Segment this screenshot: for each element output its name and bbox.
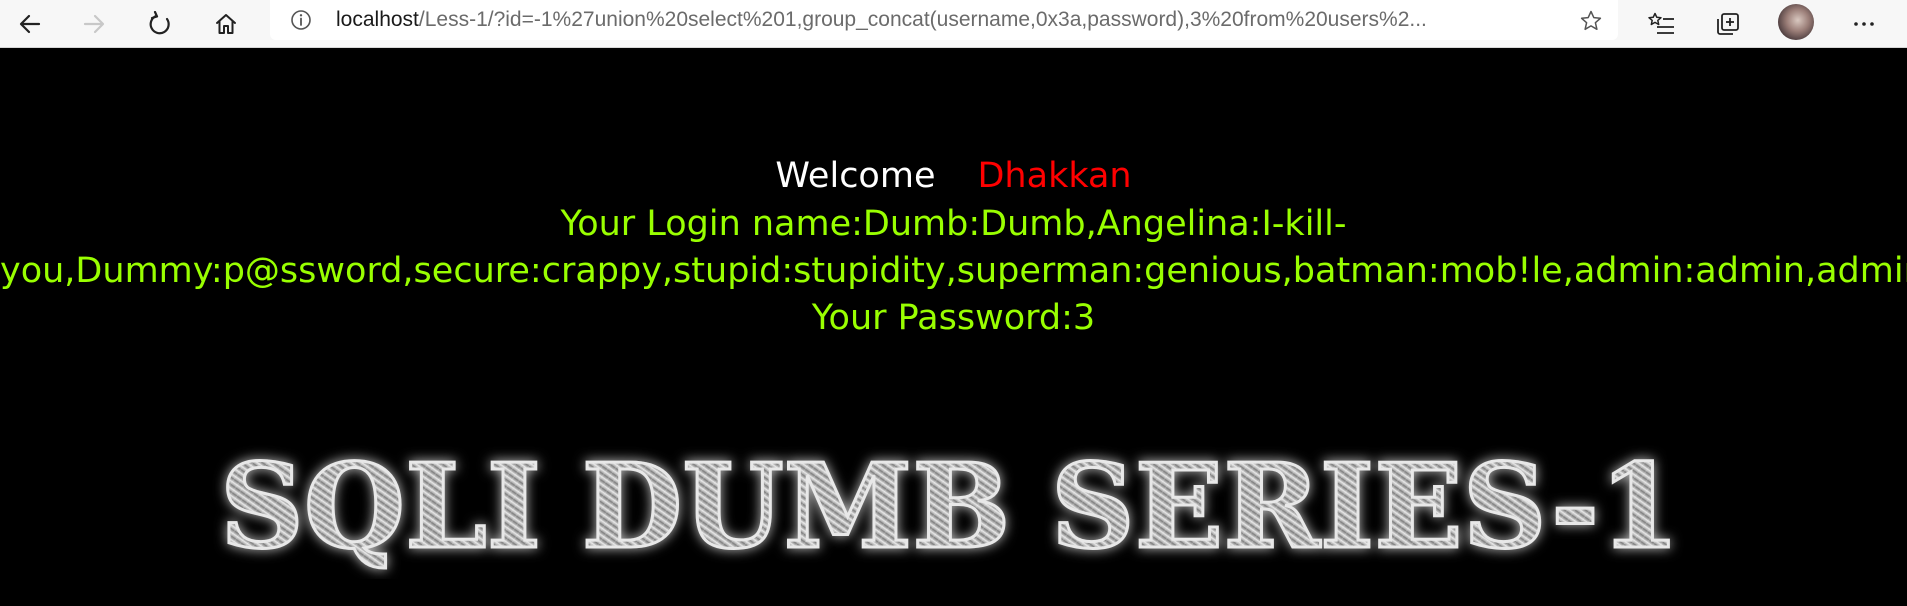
welcome-heading: Welcome Dhakkan [0,155,1907,197]
login-name-line-2: you,Dummy:p@ssword,secure:crappy,stupid:… [0,251,1907,291]
url-path: /Less-1/?id=-1%27union%20select%201,grou… [418,8,1427,31]
info-icon[interactable] [290,9,312,31]
password-line: Your Password:3 [811,298,1096,338]
url-text[interactable]: localhost/Less-1/?id=-1%27union%20select… [336,8,1554,32]
welcome-text: Welcome [775,156,936,196]
home-icon [213,11,239,37]
banner-text: SQLI DUMB SERIES-1 [220,439,1680,575]
browser-toolbar: localhost/Less-1/?id=-1%27union%20select… [0,0,1907,48]
back-button[interactable] [10,4,50,44]
back-arrow-icon [17,11,43,37]
home-button[interactable] [206,4,246,44]
welcome-name: Dhakkan [977,156,1132,196]
page-content: Welcome Dhakkan Your Login name:Dumb:Dumb… [0,49,1907,606]
favorites-list-icon [1648,11,1676,37]
favorites-button[interactable] [1642,4,1682,44]
collections-button[interactable] [1708,4,1748,44]
avatar[interactable] [1778,4,1814,40]
address-bar[interactable]: localhost/Less-1/?id=-1%27union%20select… [270,0,1618,40]
login-name-line-1: Your Login name:Dumb:Dumb,Angelina:I-kil… [560,204,1347,244]
sqli-dumb-series-banner: SQLI DUMB SERIES-1 [219,438,1682,577]
refresh-icon [147,11,173,37]
forward-button[interactable] [74,4,114,44]
more-icon [1851,11,1877,37]
url-host: localhost [336,8,419,31]
collections-icon [1715,11,1741,37]
refresh-button[interactable] [140,4,180,44]
menu-button[interactable] [1844,4,1884,44]
forward-arrow-icon [81,11,107,37]
content-viewport: Welcome Dhakkan Your Login name:Dumb:Dumb… [0,49,1907,606]
star-icon[interactable] [1578,8,1604,34]
